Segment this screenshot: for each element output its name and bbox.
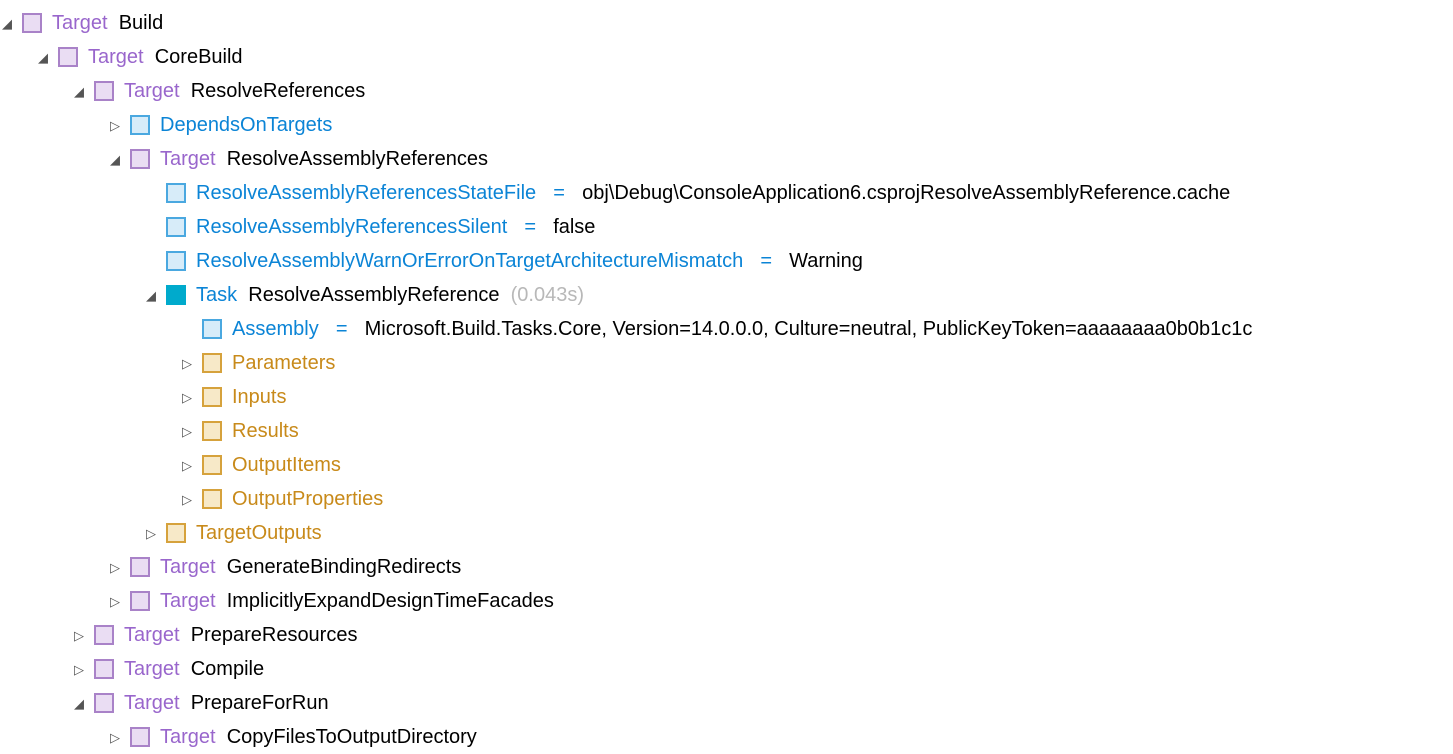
target-icon: [94, 693, 114, 713]
property-icon: [130, 115, 150, 135]
node-label: Assembly = Microsoft.Build.Tasks.Core, V…: [232, 319, 1252, 339]
folder-icon: [202, 421, 222, 441]
chevron-right-icon[interactable]: ▷: [72, 663, 86, 676]
node-label: Target Build: [52, 13, 163, 33]
chevron-right-icon[interactable]: ▷: [180, 425, 194, 438]
folder-results[interactable]: ▷ Results: [180, 414, 1453, 448]
target-prepareforrun[interactable]: ◢ Target PrepareForRun: [72, 686, 1453, 720]
target-icon: [58, 47, 78, 67]
node-label: ResolveAssemblyReferencesStateFile = obj…: [196, 183, 1230, 203]
property-icon: [166, 217, 186, 237]
prop-statefile[interactable]: ▷ ResolveAssemblyReferencesStateFile = o…: [144, 176, 1453, 210]
chevron-down-icon[interactable]: ◢: [108, 153, 122, 166]
task-icon: [166, 285, 186, 305]
folder-icon: [166, 523, 186, 543]
chevron-right-icon[interactable]: ▷: [180, 391, 194, 404]
spacer: ▷: [180, 323, 194, 336]
target-icon: [130, 591, 150, 611]
chevron-down-icon[interactable]: ◢: [72, 85, 86, 98]
target-build[interactable]: ◢ Target Build: [0, 6, 1453, 40]
chevron-down-icon[interactable]: ◢: [144, 289, 158, 302]
folder-targetoutputs[interactable]: ▷ TargetOutputs: [144, 516, 1453, 550]
target-icon: [130, 727, 150, 747]
target-generatebindingredirects[interactable]: ▷ Target GenerateBindingRedirects: [108, 550, 1453, 584]
property-icon: [166, 251, 186, 271]
node-label: ResolveAssemblyWarnOrErrorOnTargetArchit…: [196, 251, 863, 271]
node-label: OutputProperties: [232, 489, 383, 509]
chevron-right-icon[interactable]: ▷: [180, 459, 194, 472]
target-implicitlyexpanddesigntimefacades[interactable]: ▷ Target ImplicitlyExpandDesignTimeFacad…: [108, 584, 1453, 618]
property-icon: [202, 319, 222, 339]
folder-outputitems[interactable]: ▷ OutputItems: [180, 448, 1453, 482]
node-label: TargetOutputs: [196, 523, 322, 543]
prop-assembly[interactable]: ▷ Assembly = Microsoft.Build.Tasks.Core,…: [180, 312, 1453, 346]
prop-silent[interactable]: ▷ ResolveAssemblyReferencesSilent = fals…: [144, 210, 1453, 244]
node-label: Parameters: [232, 353, 335, 373]
target-icon: [130, 557, 150, 577]
folder-outputproperties[interactable]: ▷ OutputProperties: [180, 482, 1453, 516]
chevron-right-icon[interactable]: ▷: [72, 629, 86, 642]
chevron-right-icon[interactable]: ▷: [180, 357, 194, 370]
node-label: Target Compile: [124, 659, 264, 679]
folder-icon: [202, 387, 222, 407]
target-copyfilestooutputdirectory[interactable]: ▷ Target CopyFilesToOutputDirectory: [108, 720, 1453, 754]
node-label: Target ResolveAssemblyReferences: [160, 149, 488, 169]
target-resolveassemblyreferences[interactable]: ◢ Target ResolveAssemblyReferences: [108, 142, 1453, 176]
chevron-right-icon[interactable]: ▷: [144, 527, 158, 540]
prop-warn-arch[interactable]: ▷ ResolveAssemblyWarnOrErrorOnTargetArch…: [144, 244, 1453, 278]
folder-icon: [202, 353, 222, 373]
node-label: ResolveAssemblyReferencesSilent = false: [196, 217, 595, 237]
folder-inputs[interactable]: ▷ Inputs: [180, 380, 1453, 414]
node-label: Target ImplicitlyExpandDesignTimeFacades: [160, 591, 554, 611]
folder-parameters[interactable]: ▷ Parameters: [180, 346, 1453, 380]
property-icon: [166, 183, 186, 203]
target-corebuild[interactable]: ◢ Target CoreBuild: [36, 40, 1453, 74]
chevron-down-icon[interactable]: ◢: [72, 697, 86, 710]
build-log-tree: ◢ Target Build ◢ Target CoreBuild ◢ Targ…: [0, 6, 1453, 754]
node-label: Target ResolveReferences: [124, 81, 365, 101]
node-label: OutputItems: [232, 455, 341, 475]
folder-icon: [202, 489, 222, 509]
chevron-down-icon[interactable]: ◢: [36, 51, 50, 64]
target-prepareresources[interactable]: ▷ Target PrepareResources: [72, 618, 1453, 652]
target-resolvereferences[interactable]: ◢ Target ResolveReferences: [72, 74, 1453, 108]
target-compile[interactable]: ▷ Target Compile: [72, 652, 1453, 686]
chevron-right-icon[interactable]: ▷: [180, 493, 194, 506]
dependsontargets[interactable]: ▷ DependsOnTargets: [108, 108, 1453, 142]
spacer: ▷: [144, 221, 158, 234]
node-label: Target CoreBuild: [88, 47, 243, 67]
task-resolveassemblyreference[interactable]: ◢ Task ResolveAssemblyReference (0.043s): [144, 278, 1453, 312]
node-label: Target PrepareForRun: [124, 693, 329, 713]
node-label: Results: [232, 421, 299, 441]
node-label: Task ResolveAssemblyReference (0.043s): [196, 285, 584, 305]
chevron-down-icon[interactable]: ◢: [0, 17, 14, 30]
node-label: Inputs: [232, 387, 286, 407]
folder-icon: [202, 455, 222, 475]
target-icon: [94, 81, 114, 101]
chevron-right-icon[interactable]: ▷: [108, 119, 122, 132]
target-icon: [94, 659, 114, 679]
chevron-right-icon[interactable]: ▷: [108, 561, 122, 574]
chevron-right-icon[interactable]: ▷: [108, 731, 122, 744]
node-label: Target PrepareResources: [124, 625, 357, 645]
target-icon: [22, 13, 42, 33]
node-label: DependsOnTargets: [160, 115, 332, 135]
node-label: Target CopyFilesToOutputDirectory: [160, 727, 477, 747]
target-icon: [94, 625, 114, 645]
node-label: Target GenerateBindingRedirects: [160, 557, 461, 577]
spacer: ▷: [144, 255, 158, 268]
spacer: ▷: [144, 187, 158, 200]
target-icon: [130, 149, 150, 169]
chevron-right-icon[interactable]: ▷: [108, 595, 122, 608]
